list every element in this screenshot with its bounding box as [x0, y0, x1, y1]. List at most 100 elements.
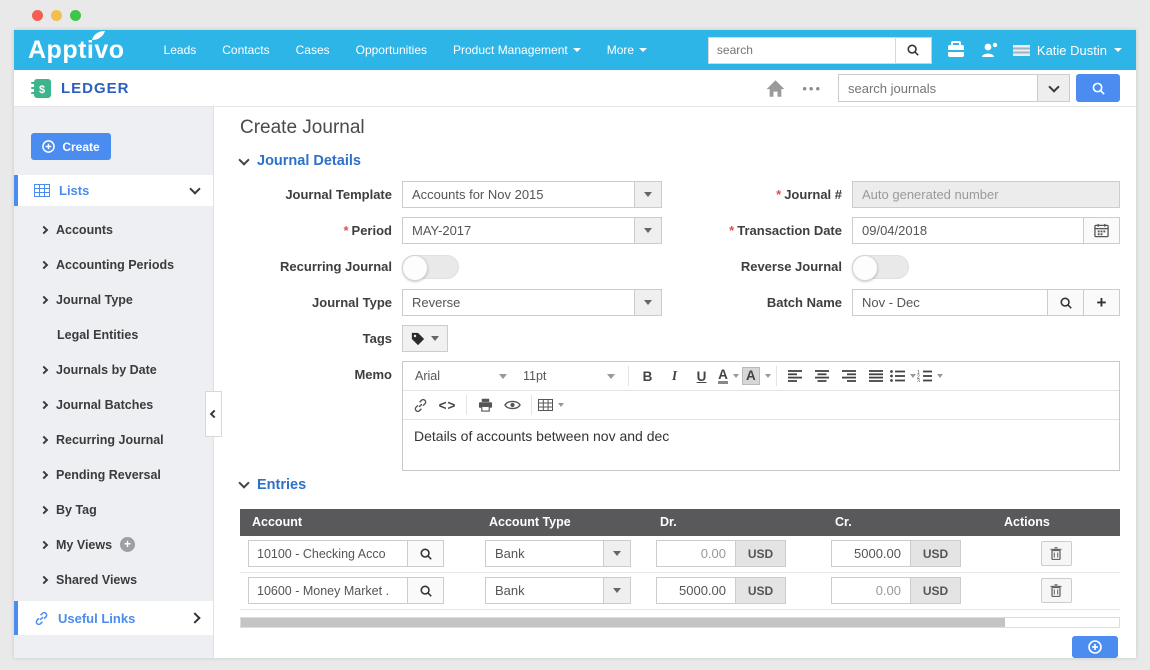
sidebar-item-shared-views[interactable]: Shared Views [14, 562, 213, 597]
nav-item-more[interactable]: More [607, 43, 647, 57]
section-entries[interactable]: Entries [240, 477, 1120, 493]
journal-type-select[interactable]: Reverse [402, 289, 662, 316]
delete-row-button[interactable] [1041, 541, 1072, 566]
dr-amount-input[interactable] [656, 577, 736, 604]
delete-row-button[interactable] [1041, 578, 1072, 603]
app-window: Apptivo Leads Contacts Cases Opportuniti… [14, 30, 1136, 658]
insert-link-button[interactable] [407, 392, 434, 418]
nav-item-contacts[interactable]: Contacts [222, 43, 269, 57]
reverse-journal-toggle[interactable] [852, 255, 909, 279]
notifications-button[interactable] [980, 41, 999, 59]
align-right-button[interactable] [836, 363, 863, 389]
global-search-input[interactable] [708, 37, 896, 64]
chevron-down-icon [634, 290, 661, 315]
journal-search-dropdown[interactable] [1038, 74, 1070, 102]
global-search-button[interactable] [896, 37, 932, 64]
sidebar-item-accounts[interactable]: Accounts [14, 212, 213, 247]
maximize-window-icon[interactable] [70, 10, 81, 21]
calendar-button[interactable] [1084, 217, 1120, 244]
account-input[interactable] [248, 577, 408, 604]
highlight-color-button[interactable]: A [742, 363, 771, 389]
journal-search-button[interactable] [1076, 74, 1120, 102]
chevron-down-icon [733, 374, 739, 378]
print-button[interactable] [472, 392, 499, 418]
transaction-date-label: *Transaction Date [690, 223, 842, 238]
trash-icon [1050, 584, 1062, 597]
section-journal-details[interactable]: Journal Details [240, 153, 1120, 169]
memo-textarea[interactable]: Details of accounts between nov and dec [403, 420, 1119, 470]
sidebar-item-my-views[interactable]: My Views + [14, 527, 213, 562]
source-code-button[interactable]: <> [434, 392, 461, 418]
sidebar-item-useful-links[interactable]: Useful Links [14, 601, 213, 635]
dr-amount-input[interactable] [656, 540, 736, 567]
account-input[interactable] [248, 540, 408, 567]
insert-table-button[interactable] [537, 392, 564, 418]
italic-button[interactable]: I [661, 363, 688, 389]
plus-circle-icon [42, 140, 55, 153]
batch-add-button[interactable]: + [1084, 289, 1120, 316]
align-left-icon [788, 370, 802, 382]
account-type-select[interactable]: Bank [485, 577, 631, 604]
apptivo-logo[interactable]: Apptivo [28, 36, 125, 65]
svg-text:3: 3 [917, 379, 920, 383]
underline-button[interactable]: U [688, 363, 715, 389]
create-button[interactable]: Create [31, 133, 111, 160]
tags-button[interactable] [402, 325, 448, 352]
sidebar-item-lists[interactable]: Lists [14, 175, 213, 206]
scrollbar-thumb[interactable] [241, 618, 1005, 627]
printer-icon [478, 398, 493, 412]
account-search-button[interactable] [408, 577, 444, 604]
font-size-select[interactable]: 11pt [515, 364, 623, 388]
close-window-icon[interactable] [32, 10, 43, 21]
bullet-list-button[interactable] [890, 363, 917, 389]
account-search-button[interactable] [408, 540, 444, 567]
sidebar-item-journal-type[interactable]: Journal Type [14, 282, 213, 317]
justify-button[interactable] [863, 363, 890, 389]
add-entry-button[interactable] [1072, 636, 1118, 658]
cr-amount-input[interactable] [831, 577, 911, 604]
recurring-journal-toggle[interactable] [402, 255, 459, 279]
user-menu[interactable]: Katie Dustin [1013, 43, 1122, 58]
transaction-date-input[interactable] [852, 217, 1084, 244]
sidebar-collapse-handle[interactable] [205, 391, 222, 437]
text-color-button[interactable]: A [715, 363, 742, 389]
chevron-down-icon [634, 182, 661, 207]
bold-button[interactable]: B [634, 363, 661, 389]
tag-icon [411, 332, 425, 346]
col-account: Account [240, 515, 477, 529]
journal-search-input[interactable] [838, 74, 1038, 102]
sidebar-item-pending-reversal[interactable]: Pending Reversal [14, 457, 213, 492]
home-icon[interactable] [765, 79, 786, 98]
align-left-button[interactable] [782, 363, 809, 389]
apps-button[interactable] [946, 41, 966, 59]
numbered-list-button[interactable]: 123 [917, 363, 944, 389]
search-icon [1059, 296, 1073, 310]
nav-item-product-management[interactable]: Product Management [453, 43, 581, 57]
preview-button[interactable] [499, 392, 526, 418]
add-view-icon[interactable]: + [120, 537, 135, 552]
align-center-button[interactable] [809, 363, 836, 389]
sidebar-item-recurring-journal[interactable]: Recurring Journal [14, 422, 213, 457]
align-right-icon [842, 370, 856, 382]
journal-template-select[interactable]: Accounts for Nov 2015 [402, 181, 662, 208]
font-family-select[interactable]: Arial [407, 364, 515, 388]
sidebar-item-journal-batches[interactable]: Journal Batches [14, 387, 213, 422]
period-select[interactable]: MAY-2017 [402, 217, 662, 244]
sidebar-item-journals-by-date[interactable]: Journals by Date [14, 352, 213, 387]
nav-item-leads[interactable]: Leads [164, 43, 197, 57]
chevron-right-icon [40, 365, 48, 373]
more-options-button[interactable]: ••• [802, 81, 822, 96]
batch-search-button[interactable] [1048, 289, 1084, 316]
sidebar-item-by-tag[interactable]: By Tag [14, 492, 213, 527]
sidebar-item-legal-entities[interactable]: Legal Entities [14, 317, 213, 352]
nav-item-opportunities[interactable]: Opportunities [356, 43, 427, 57]
minimize-window-icon[interactable] [51, 10, 62, 21]
chevron-right-icon [40, 540, 48, 548]
cr-amount-input[interactable] [831, 540, 911, 567]
journal-number-input[interactable] [852, 181, 1120, 208]
batch-name-input[interactable] [852, 289, 1048, 316]
link-icon [34, 611, 49, 626]
account-type-select[interactable]: Bank [485, 540, 631, 567]
sidebar-item-accounting-periods[interactable]: Accounting Periods [14, 247, 213, 282]
nav-item-cases[interactable]: Cases [296, 43, 330, 57]
